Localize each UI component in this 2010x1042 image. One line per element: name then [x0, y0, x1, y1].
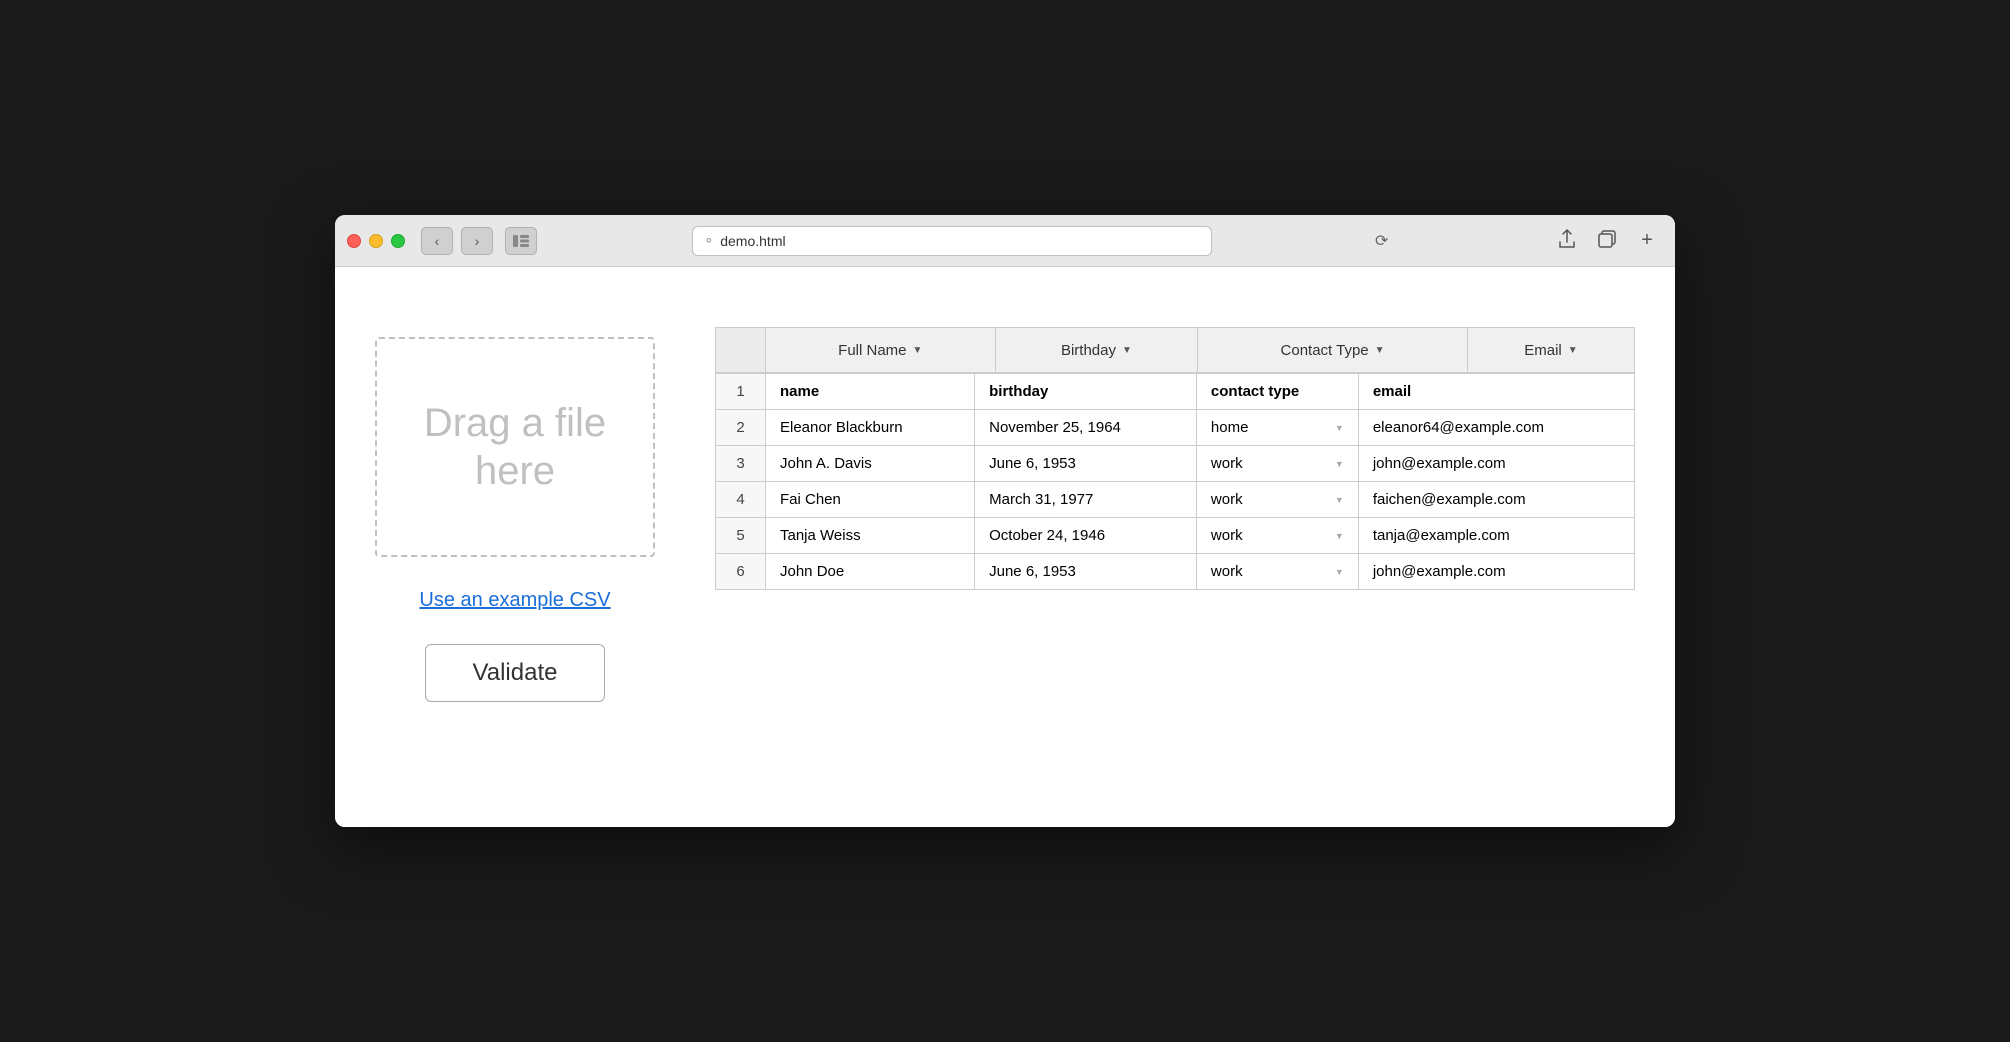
- contact-type-header-cell: Contact Type ▼: [1198, 328, 1468, 373]
- contact-type-row-chevron: ▼: [1335, 531, 1344, 541]
- table-row: 1namebirthdaycontact typeemail: [716, 374, 1635, 410]
- column-header-row: Full Name ▼ Birthday ▼ C: [715, 327, 1635, 373]
- contact-type-cell: work▼: [1196, 482, 1358, 518]
- full-name-cell: name: [766, 374, 975, 410]
- url-text: demo.html: [720, 233, 785, 249]
- row-number: 1: [716, 374, 766, 410]
- row-num-header: [716, 328, 766, 373]
- contact-type-dropdown[interactable]: Contact Type ▼: [1198, 328, 1467, 372]
- contact-type-row-chevron: ▼: [1335, 459, 1344, 469]
- birthday-chevron: ▼: [1122, 345, 1132, 356]
- minimize-button[interactable]: [369, 234, 383, 248]
- birthday-cell: birthday: [975, 374, 1197, 410]
- full-name-header-cell: Full Name ▼: [766, 328, 996, 373]
- birthday-cell: October 24, 1946: [975, 518, 1197, 554]
- birthday-label: Birthday: [1061, 342, 1116, 359]
- table-row: 3John A. DavisJune 6, 1953work▼john@exam…: [716, 446, 1635, 482]
- table-row: 4Fai ChenMarch 31, 1977work▼faichen@exam…: [716, 482, 1635, 518]
- validate-button[interactable]: Validate: [425, 644, 605, 702]
- data-table: 1namebirthdaycontact typeemail2Eleanor B…: [715, 373, 1635, 590]
- full-name-label: Full Name: [838, 342, 906, 359]
- table-row: 6John DoeJune 6, 1953work▼john@example.c…: [716, 554, 1635, 590]
- forward-button[interactable]: ›: [461, 227, 493, 255]
- full-name-chevron: ▼: [913, 345, 923, 356]
- full-name-dropdown[interactable]: Full Name ▼: [766, 328, 995, 372]
- email-cell: email: [1358, 374, 1634, 410]
- email-cell: john@example.com: [1358, 554, 1634, 590]
- duplicate-button[interactable]: [1591, 225, 1623, 253]
- row-number: 6: [716, 554, 766, 590]
- browser-actions: +: [1551, 225, 1663, 257]
- email-cell: eleanor64@example.com: [1358, 410, 1634, 446]
- row-number: 5: [716, 518, 766, 554]
- birthday-cell: June 6, 1953: [975, 446, 1197, 482]
- row-number: 2: [716, 410, 766, 446]
- email-cell: john@example.com: [1358, 446, 1634, 482]
- sidebar-toggle-button[interactable]: [505, 227, 537, 255]
- share-button[interactable]: [1551, 225, 1583, 253]
- table-row: 5Tanja WeissOctober 24, 1946work▼tanja@e…: [716, 518, 1635, 554]
- maximize-button[interactable]: [391, 234, 405, 248]
- email-cell: faichen@example.com: [1358, 482, 1634, 518]
- birthday-cell: March 31, 1977: [975, 482, 1197, 518]
- address-bar[interactable]: ⚬ demo.html: [692, 226, 1212, 256]
- new-tab-button[interactable]: +: [1631, 225, 1663, 257]
- contact-type-row-chevron: ▼: [1335, 567, 1344, 577]
- full-name-cell: Tanja Weiss: [766, 518, 975, 554]
- contact-type-row-chevron: ▼: [1335, 423, 1344, 433]
- table-container: Full Name ▼ Birthday ▼ C: [715, 327, 1635, 590]
- full-name-cell: Fai Chen: [766, 482, 975, 518]
- birthday-header-cell: Birthday ▼: [995, 328, 1198, 373]
- email-label: Email: [1524, 342, 1562, 359]
- email-dropdown[interactable]: Email ▼: [1468, 328, 1634, 372]
- traffic-lights: [347, 234, 405, 248]
- contact-type-cell: work▼: [1196, 554, 1358, 590]
- full-name-cell: John A. Davis: [766, 446, 975, 482]
- browser-titlebar: ‹ › ⚬ demo.html ⟳: [335, 215, 1675, 267]
- contact-type-cell: work▼: [1196, 518, 1358, 554]
- email-header-cell: Email ▼: [1467, 328, 1634, 373]
- birthday-dropdown[interactable]: Birthday ▼: [996, 328, 1198, 372]
- contact-type-cell: home▼: [1196, 410, 1358, 446]
- contact-type-label: Contact Type: [1281, 342, 1369, 359]
- email-cell: tanja@example.com: [1358, 518, 1634, 554]
- full-name-cell: Eleanor Blackburn: [766, 410, 975, 446]
- birthday-cell: November 25, 1964: [975, 410, 1197, 446]
- drop-zone-text: Drag a file here: [424, 399, 606, 495]
- row-number: 3: [716, 446, 766, 482]
- contact-type-cell: contact type: [1196, 374, 1358, 410]
- example-csv-link[interactable]: Use an example CSV: [419, 589, 610, 612]
- drop-zone[interactable]: Drag a file here: [375, 337, 655, 557]
- back-button[interactable]: ‹: [421, 227, 453, 255]
- browser-window: ‹ › ⚬ demo.html ⟳: [335, 215, 1675, 827]
- contact-type-cell: work▼: [1196, 446, 1358, 482]
- left-panel: Drag a file here Use an example CSV Vali…: [375, 327, 655, 702]
- full-name-cell: John Doe: [766, 554, 975, 590]
- reload-button[interactable]: ⟳: [1368, 227, 1396, 255]
- contact-type-chevron: ▼: [1375, 345, 1385, 356]
- email-chevron: ▼: [1568, 345, 1578, 356]
- page-content: Drag a file here Use an example CSV Vali…: [335, 267, 1675, 827]
- close-button[interactable]: [347, 234, 361, 248]
- search-icon: ⚬: [703, 233, 714, 249]
- contact-type-row-chevron: ▼: [1335, 495, 1344, 505]
- birthday-cell: June 6, 1953: [975, 554, 1197, 590]
- row-number: 4: [716, 482, 766, 518]
- table-row: 2Eleanor BlackburnNovember 25, 1964home▼…: [716, 410, 1635, 446]
